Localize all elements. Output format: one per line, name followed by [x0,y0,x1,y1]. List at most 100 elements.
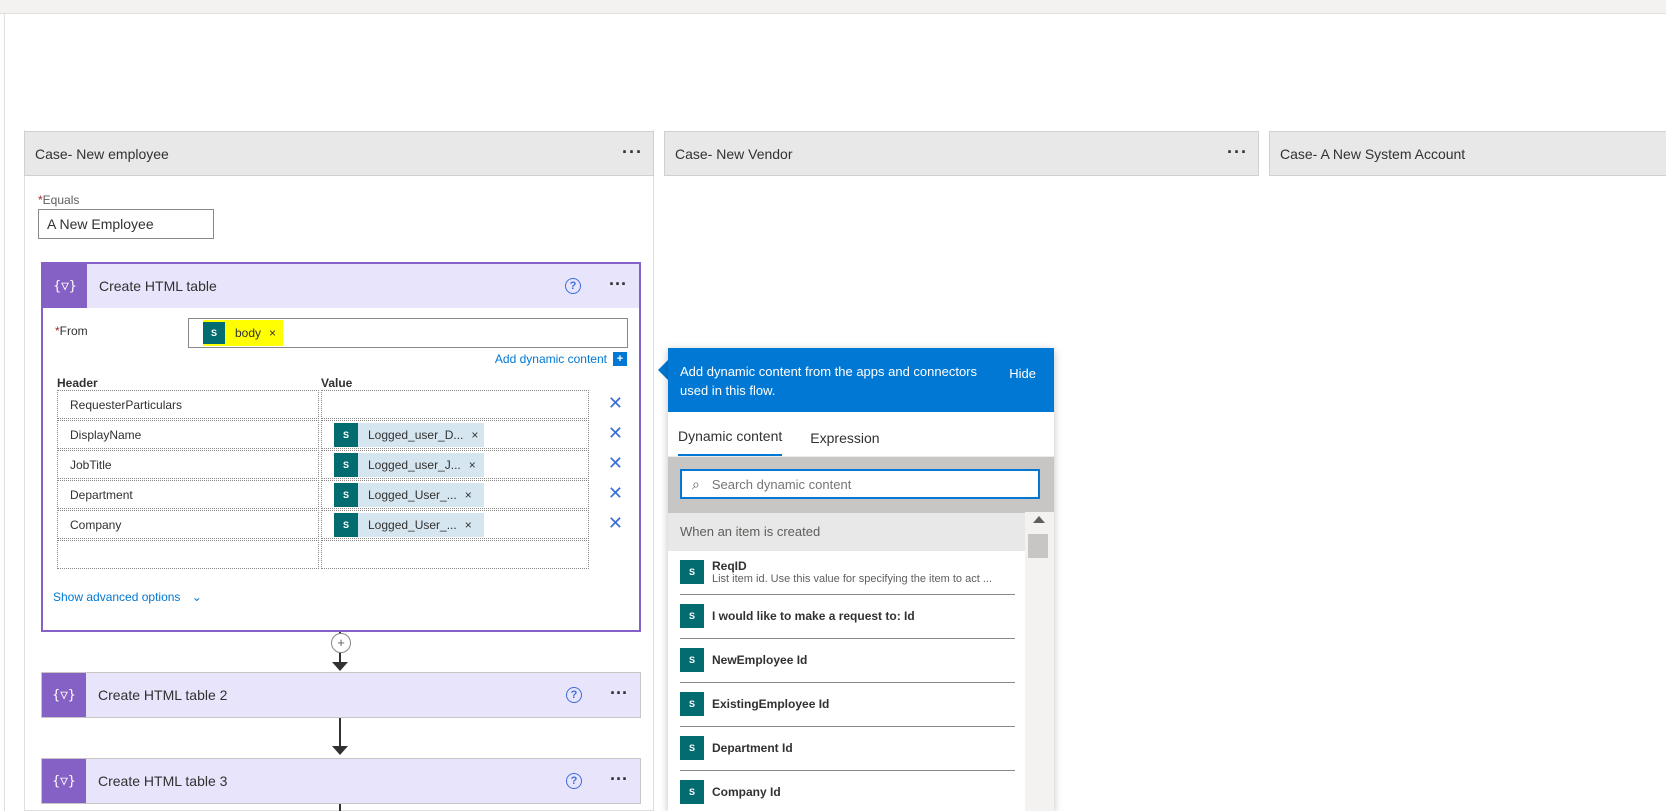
add-dynamic-content-link[interactable]: Add dynamic content + [495,352,627,366]
dynamic-token[interactable]: S Logged_User_... × [334,513,484,537]
remove-row-icon[interactable]: ✕ [608,392,623,414]
header-field[interactable]: RequesterParticulars [57,390,319,419]
token-remove-icon[interactable]: × [471,428,478,442]
insert-step-icon[interactable]: + [331,633,351,653]
search-box[interactable]: ⌕ [680,469,1040,499]
dynamic-token[interactable]: S Logged_user_J... × [334,453,484,477]
tab-dynamic-content[interactable]: Dynamic content [678,428,783,456]
action-create-html-table-2[interactable]: {▽} Create HTML table 2 ? ··· [41,672,641,718]
arrow-down-icon [332,662,348,671]
help-icon[interactable]: ? [566,687,582,703]
sharepoint-icon: S [680,780,704,804]
sharepoint-icon: S [680,648,704,672]
equals-input[interactable]: A New Employee [38,209,214,239]
token-remove-icon[interactable]: × [465,518,472,532]
canvas-border [4,14,5,811]
more-options-icon[interactable]: ··· [1227,142,1248,162]
sharepoint-icon: S [203,322,225,344]
data-operation-icon: {▽} [42,759,86,803]
tab-expression[interactable]: Expression [810,430,879,456]
table-row: JobTitle S Logged_user_J... × ✕ [57,450,623,480]
remove-row-icon[interactable]: ✕ [608,482,623,504]
table-row: RequesterParticulars ✕ [57,390,623,420]
case-title: Case- New Vendor [675,145,793,162]
arrow-down-icon [332,746,348,755]
help-icon[interactable]: ? [566,773,582,789]
panel-tabs: Dynamic content Expression [668,412,1054,457]
sharepoint-icon: S [680,560,704,584]
scroll-thumb[interactable] [1028,534,1048,558]
dynamic-item[interactable]: S Department Id [680,726,1015,771]
dynamic-token[interactable]: S Logged_User_... × [334,483,484,507]
sharepoint-icon: S [680,604,704,628]
table-row: Department S Logged_User_... × ✕ [57,480,623,510]
sharepoint-icon: S [334,453,358,477]
header-field[interactable]: Company [57,510,319,539]
header-column-label: Header [57,376,98,390]
header-field[interactable]: JobTitle [57,450,319,479]
case-title: Case- A New System Account [1280,145,1466,162]
from-label: *From [55,324,88,338]
sharepoint-icon: S [334,483,358,507]
header-field[interactable] [57,540,319,569]
action-title: Create HTML table 3 [98,773,228,789]
case-title: Case- New employee [35,145,169,162]
case-header-new-vendor[interactable]: Case- New Vendor ··· [664,131,1259,176]
more-options-icon[interactable]: ··· [610,683,628,703]
show-advanced-options-link[interactable]: Show advanced options ⌄ [53,590,202,604]
value-field[interactable]: S Logged_user_D... × [321,420,589,449]
token-remove-icon[interactable]: × [269,326,276,340]
action-title: Create HTML table 2 [98,687,228,703]
sharepoint-icon: S [680,736,704,760]
search-area: ⌕ [668,457,1054,513]
dynamic-content-panel: Add dynamic content from the apps and co… [668,348,1054,811]
remove-row-icon[interactable]: ✕ [608,512,623,534]
value-field[interactable] [321,390,589,419]
action-title: Create HTML table [99,278,217,294]
dynamic-item[interactable]: S I would like to make a request to: Id [680,594,1015,639]
action-create-html-table-3[interactable]: {▽} Create HTML table 3 ? ··· [41,758,641,804]
value-field[interactable]: S Logged_User_... × [321,510,589,539]
dynamic-item-reqid[interactable]: S ReqID List item id. Use this value for… [680,550,1015,595]
dynamic-token[interactable]: S Logged_user_D... × [334,423,484,447]
header-field[interactable]: Department [57,480,319,509]
dynamic-item[interactable]: S Company Id [680,770,1015,811]
data-operation-icon: {▽} [42,673,86,717]
action-header[interactable]: {▽} Create HTML table 3 ? ··· [42,759,640,803]
more-options-icon[interactable]: ··· [610,769,628,789]
value-field[interactable] [321,540,589,569]
remove-row-icon[interactable]: ✕ [608,422,623,444]
case-header-new-employee[interactable]: Case- New employee ··· [24,131,654,176]
more-options-icon[interactable]: ··· [609,274,627,294]
case-header-new-system-account[interactable]: Case- A New System Account [1269,131,1666,176]
action-header[interactable]: {▽} Create HTML table ? ··· [43,264,639,308]
add-dynamic-icon: + [613,352,627,366]
hide-button[interactable]: Hide [1009,364,1036,383]
section-title: When an item is created [668,513,1025,551]
value-field[interactable]: S Logged_user_J... × [321,450,589,479]
dynamic-item[interactable]: S ExistingEmployee Id [680,682,1015,727]
body-token[interactable]: S body × [203,320,283,346]
search-input[interactable] [709,475,1014,493]
token-remove-icon[interactable]: × [469,458,476,472]
chevron-down-icon: ⌄ [191,590,202,604]
value-field[interactable]: S Logged_User_... × [321,480,589,509]
data-operation-icon: {▽} [43,264,87,308]
panel-header: Add dynamic content from the apps and co… [668,348,1054,412]
table-row: Company S Logged_User_... × ✕ [57,510,623,540]
connector-line [339,804,341,811]
header-field[interactable]: DisplayName [57,420,319,449]
from-input[interactable]: S body × [188,318,628,348]
help-icon[interactable]: ? [565,278,581,294]
remove-row-icon[interactable]: ✕ [608,452,623,474]
token-remove-icon[interactable]: × [465,488,472,502]
equals-label: *Equals [38,193,80,207]
action-header[interactable]: {▽} Create HTML table 2 ? ··· [42,673,640,717]
token-label: body [235,326,262,340]
dynamic-item[interactable]: S NewEmployee Id [680,638,1015,683]
top-toolbar [0,0,1666,14]
scroll-up-icon[interactable] [1033,516,1045,523]
action-create-html-table: {▽} Create HTML table ? ··· *From S body… [41,262,641,632]
more-options-icon[interactable]: ··· [622,142,643,162]
scrollbar[interactable] [1025,512,1054,811]
